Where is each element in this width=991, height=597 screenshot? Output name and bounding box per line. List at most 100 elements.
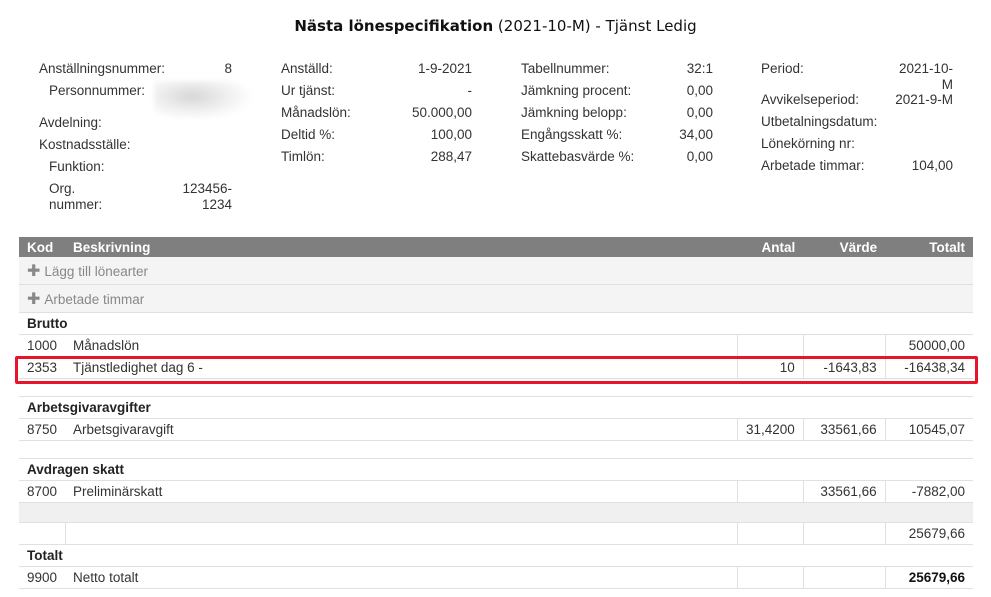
info-value: 8 [224,61,232,76]
cell-kod: 2353 [19,356,66,379]
arbetade-timmar-label: Arbetade timmar [44,291,145,307]
info-value: 100,00 [430,127,472,142]
separator-row [19,502,973,523]
info-row-manadslon: Månadslön: 50.000,00 [281,105,472,127]
add-lonearter-label: Lägg till lönearter [44,263,148,279]
cell-kod: 8750 [19,418,66,441]
info-label: Tabellnummer: [521,61,610,76]
page-title-bold: Nästa lönespecifikation [294,17,494,35]
info-label: Utbetalningsdatum: [761,114,878,129]
info-row-period: Period: 2021-10-M [761,61,953,92]
spacer-row [19,440,973,459]
info-label: Anställningsnummer: [39,61,166,76]
info-label: Org. nummer: [49,181,103,212]
cell-totalt: 50000,00 [884,334,973,357]
section-arbetsgivaravgifter: Arbetsgivaravgifter [19,396,973,419]
info-row-jamkning-procent: Jämkning procent: 0,00 [521,83,713,105]
info-row-funktion: Funktion: [49,159,232,181]
info-label: Personnummer: [49,83,146,98]
info-label: Arbetade timmar: [761,158,865,173]
info-row-skattebasvarde: Skattebasvärde %: 0,00 [521,149,713,171]
info-row-arbetade-timmar: Arbetade timmar: 104,00 [761,158,953,180]
section-avdragen-skatt: Avdragen skatt [19,458,973,481]
arbetade-timmar-button[interactable]: ✚ Arbetade timmar [19,284,973,313]
info-value: 123456-1234 [182,181,232,212]
info-row-kostnadsstalle: Kostnadsställe: [39,137,232,159]
info-row-org-nummer: Org. nummer: 123456-1234 [49,181,232,215]
info-row-engangsskatt: Engångsskatt %: 34,00 [521,127,713,149]
table-row[interactable]: 8700 Preliminärskatt 33561,66 -7882,00 [19,480,973,503]
info-row-anstallningsnummer: Anställningsnummer: 8 [39,61,232,83]
spacer-row [19,378,973,397]
info-row-jamkning-belopp: Jämkning belopp: 0,00 [521,105,713,127]
section-totalt: Totalt [19,544,973,567]
info-label: Timlön: [281,149,325,164]
cell-kod: 9900 [19,566,66,589]
table-row[interactable]: 8750 Arbetsgivaravgift 31,4200 33561,66 … [19,418,973,441]
info-row-timlon: Timlön: 288,47 [281,149,472,171]
info-value: 34,00 [679,127,713,142]
info-row-utbetalningsdatum: Utbetalningsdatum: [761,114,953,136]
info-value: 2021-9-M [895,92,953,107]
col-header-beskrivning: Beskrivning [65,237,738,257]
cell-antal: 31,4200 [736,418,804,441]
cell-kod: 1000 [19,334,66,357]
info-row-ur-tjanst: Ur tjänst: - [281,83,472,105]
subtotal-row: 25679,66 [19,522,973,545]
page-title: Nästa lönespecifikation (2021-10-M) - Tj… [0,17,991,35]
col-header-kod: Kod [19,237,66,257]
info-label: Jämkning belopp: [521,105,627,120]
info-value: 2021-10-M [898,61,953,92]
cell-varde: -1643,83 [802,356,886,379]
cell-totalt: -16438,34 [884,356,973,379]
info-value: 288,47 [430,149,472,164]
info-row-tabellnummer: Tabellnummer: 32:1 [521,61,713,83]
info-row-deltid: Deltid %: 100,00 [281,127,472,149]
cell-antal [736,480,804,503]
info-value: 1-9-2021 [417,61,472,76]
info-row-anstalld: Anställd: 1-9-2021 [281,61,472,83]
table-row-highlighted[interactable]: 2353 Tjänstledighet dag 6 - 10 -1643,83 … [19,356,973,379]
col-header-varde: Värde [803,237,886,257]
netto-totalt-row[interactable]: 9900 Netto totalt 25679,66 [19,566,973,589]
cell-varde: 33561,66 [802,418,886,441]
arbetade-timmar-row[interactable]: ✚ Arbetade timmar [19,284,973,313]
info-row-lonekorning: Lönekörning nr: [761,136,953,158]
info-label: Kostnadsställe: [39,137,131,152]
cell-beskrivning: Preliminärskatt [65,480,738,503]
cell-kod: 8700 [19,480,66,503]
subtotal-value: 25679,66 [884,522,973,545]
section-title: Avdragen skatt [19,458,973,481]
info-value: 0,00 [686,149,713,164]
cell-antal [736,334,804,357]
cell-totalt: 25679,66 [884,566,973,589]
cell-totalt: -7882,00 [884,480,973,503]
info-label: Anställd: [281,61,333,76]
info-label: Funktion: [49,159,105,174]
col-header-totalt: Totalt [885,237,973,257]
info-column-period: Period: 2021-10-M Avvikelseperiod: 2021-… [761,61,953,180]
section-brutto: Brutto [19,312,973,335]
add-lonearter-button[interactable]: ✚ Lägg till lönearter [19,257,973,285]
section-title: Brutto [19,312,973,335]
info-label: Månadslön: [281,105,351,120]
add-lonearter-row[interactable]: ✚ Lägg till lönearter [19,257,973,285]
info-label: Jämkning procent: [521,83,632,98]
page-title-rest: (2021-10-M) - Tjänst Ledig [493,17,697,35]
table-header-row: Kod Beskrivning Antal Värde Totalt [19,237,973,257]
cell-varde: 33561,66 [802,480,886,503]
info-value: 50.000,00 [411,105,472,120]
info-column-tax: Tabellnummer: 32:1 Jämkning procent: 0,0… [521,61,713,171]
salary-spec-table: Kod Beskrivning Antal Värde Totalt ✚ Lägg… [19,237,973,589]
plus-icon: ✚ [27,262,41,280]
cell-antal: 10 [736,356,804,379]
cell-beskrivning: Månadslön [65,334,738,357]
info-label: Lönekörning nr: [761,136,855,151]
info-label: Avdelning: [39,115,102,130]
section-title: Arbetsgivaravgifter [19,396,973,419]
info-label: Ur tjänst: [281,83,336,98]
info-value: 0,00 [686,83,713,98]
table-row[interactable]: 1000 Månadslön 50000,00 [19,334,973,357]
netto-totalt-value: 25679,66 [908,570,965,585]
section-title: Totalt [19,544,973,567]
